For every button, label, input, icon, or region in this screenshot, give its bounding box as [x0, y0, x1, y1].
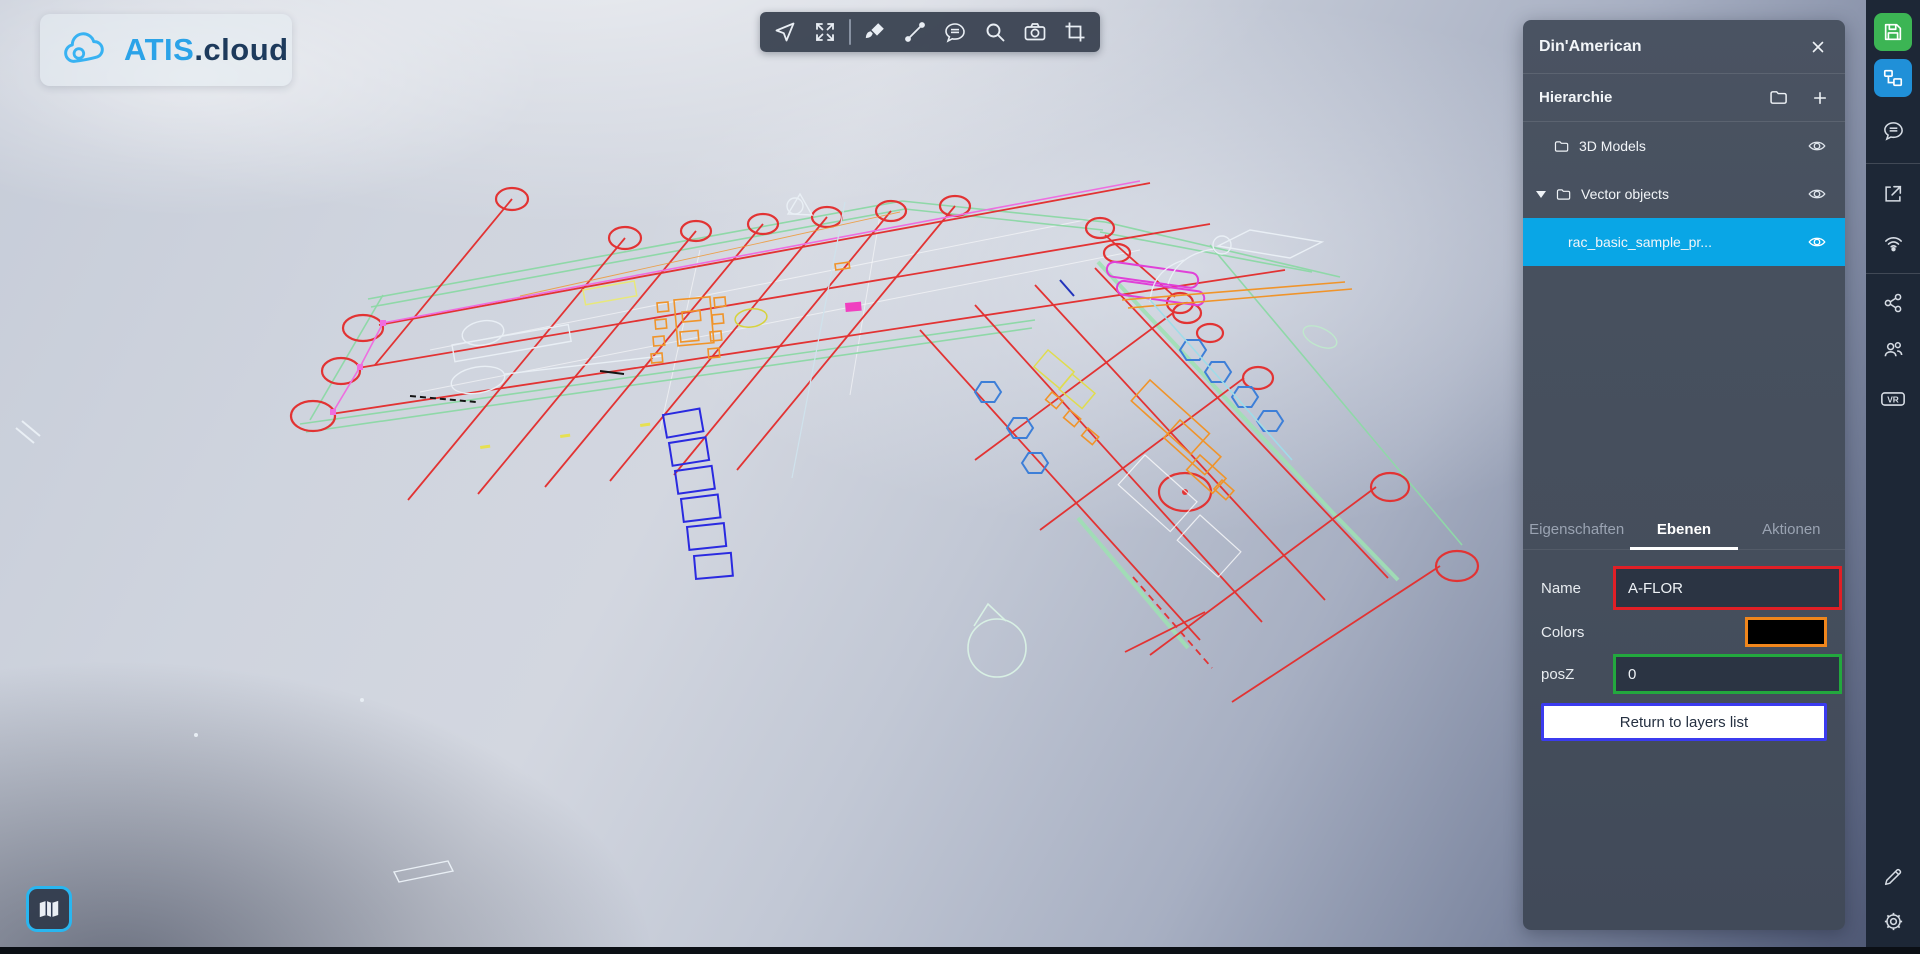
folder-icon	[1555, 186, 1572, 203]
visibility-toggle[interactable]	[1805, 134, 1829, 158]
hierarchy-folder-button[interactable]	[1766, 85, 1791, 110]
cloud-logo-icon	[56, 29, 114, 71]
object-panel: Din'American Hierarchie 3D Models Vector…	[1523, 20, 1845, 930]
share-button[interactable]	[1874, 284, 1912, 322]
comment-icon	[1882, 119, 1905, 142]
return-to-layers-button[interactable]: Return to layers list	[1541, 703, 1827, 741]
users-icon	[1882, 338, 1905, 361]
wifi-icon	[1882, 231, 1905, 254]
folder-icon	[1553, 138, 1570, 155]
tab-ebenen[interactable]: Ebenen	[1630, 510, 1737, 549]
open-external-button[interactable]	[1874, 175, 1912, 213]
save-icon	[1882, 21, 1904, 43]
visibility-toggle[interactable]	[1805, 230, 1829, 254]
navigate-icon	[773, 20, 797, 44]
users-button[interactable]	[1874, 330, 1912, 368]
plus-icon	[1813, 91, 1827, 105]
search-tool-button[interactable]	[979, 16, 1011, 48]
tab-eigenschaften[interactable]: Eigenschaften	[1523, 510, 1630, 549]
posz-input[interactable]	[1613, 654, 1842, 694]
name-input[interactable]	[1613, 566, 1842, 610]
gear-icon	[1882, 910, 1905, 933]
vr-mode-button[interactable]: VR	[1874, 380, 1912, 418]
comment-icon	[943, 20, 967, 44]
paint-tool-button[interactable]	[859, 16, 891, 48]
posz-label: posZ	[1541, 666, 1613, 683]
name-row: Name	[1541, 566, 1827, 610]
tree-item-3d-models[interactable]: 3D Models	[1523, 122, 1845, 170]
save-button[interactable]	[1874, 13, 1912, 51]
eye-icon	[1807, 136, 1827, 156]
posz-row: posZ	[1541, 654, 1827, 694]
tree-item-label: 3D Models	[1579, 138, 1796, 154]
hierarchy-header: Hierarchie	[1523, 74, 1845, 122]
tree-item-label: Vector objects	[1581, 186, 1796, 202]
rail-divider	[1866, 163, 1920, 164]
tab-aktionen[interactable]: Aktionen	[1738, 510, 1845, 549]
crop-tool-button[interactable]	[1059, 16, 1091, 48]
fullscreen-icon	[813, 20, 837, 44]
comment-tool-button[interactable]	[939, 16, 971, 48]
eye-icon	[1807, 232, 1827, 252]
share-icon	[1882, 292, 1904, 314]
crop-icon	[1063, 20, 1087, 44]
eye-icon	[1807, 184, 1827, 204]
panel-header: Din'American	[1523, 20, 1845, 74]
tree-item-label: rac_basic_sample_pr...	[1568, 234, 1796, 250]
search-icon	[983, 20, 1007, 44]
comments-button[interactable]	[1874, 111, 1912, 149]
tree-item-selected-layer[interactable]: rac_basic_sample_pr...	[1523, 218, 1845, 266]
rail-divider	[1866, 273, 1920, 274]
hierarchy-panel-button[interactable]	[1874, 59, 1912, 97]
screenshot-button[interactable]	[1019, 16, 1051, 48]
svg-text:VR: VR	[1887, 394, 1899, 404]
measure-tool-button[interactable]	[899, 16, 931, 48]
fullscreen-button[interactable]	[809, 16, 841, 48]
viewer-toolbar	[760, 12, 1100, 52]
layer-form: Name Colors posZ Return to layers list	[1523, 550, 1845, 741]
bottom-border	[0, 947, 1920, 954]
panel-bottom-spacer	[1523, 741, 1845, 930]
app-logo[interactable]: ATIS.cloud	[40, 14, 292, 86]
edit-button[interactable]	[1874, 858, 1912, 896]
panel-tabs: Eigenschaften Ebenen Aktionen	[1523, 510, 1845, 550]
visibility-toggle[interactable]	[1805, 182, 1829, 206]
camera-icon	[1023, 20, 1047, 44]
panel-close-button[interactable]	[1807, 36, 1829, 58]
panel-spacer	[1523, 266, 1845, 510]
paint-brush-icon	[863, 20, 887, 44]
tree-item-vector-objects[interactable]: Vector objects	[1523, 170, 1845, 218]
vr-icon: VR	[1880, 388, 1906, 410]
name-label: Name	[1541, 580, 1613, 597]
toolbar-divider	[849, 19, 851, 45]
external-link-icon	[1882, 183, 1904, 205]
settings-button[interactable]	[1874, 902, 1912, 940]
minimap-button[interactable]	[26, 886, 72, 932]
hierarchy-heading: Hierarchie	[1539, 89, 1766, 106]
close-icon	[1809, 38, 1827, 56]
colors-row: Colors	[1541, 617, 1827, 647]
right-rail: VR	[1866, 0, 1920, 954]
colors-label: Colors	[1541, 624, 1613, 641]
measure-icon	[903, 20, 927, 44]
color-swatch[interactable]	[1745, 617, 1827, 647]
pencil-icon	[1882, 866, 1904, 888]
folder-icon	[1768, 87, 1789, 108]
map-icon	[36, 896, 62, 922]
connection-status-button[interactable]	[1874, 223, 1912, 261]
caret-down-icon[interactable]	[1536, 191, 1546, 198]
panel-title: Din'American	[1539, 38, 1642, 56]
navigate-tool-button[interactable]	[769, 16, 801, 48]
tree-icon	[1882, 67, 1904, 89]
app-name: ATIS.cloud	[124, 32, 289, 68]
hierarchy-add-button[interactable]	[1811, 89, 1829, 107]
